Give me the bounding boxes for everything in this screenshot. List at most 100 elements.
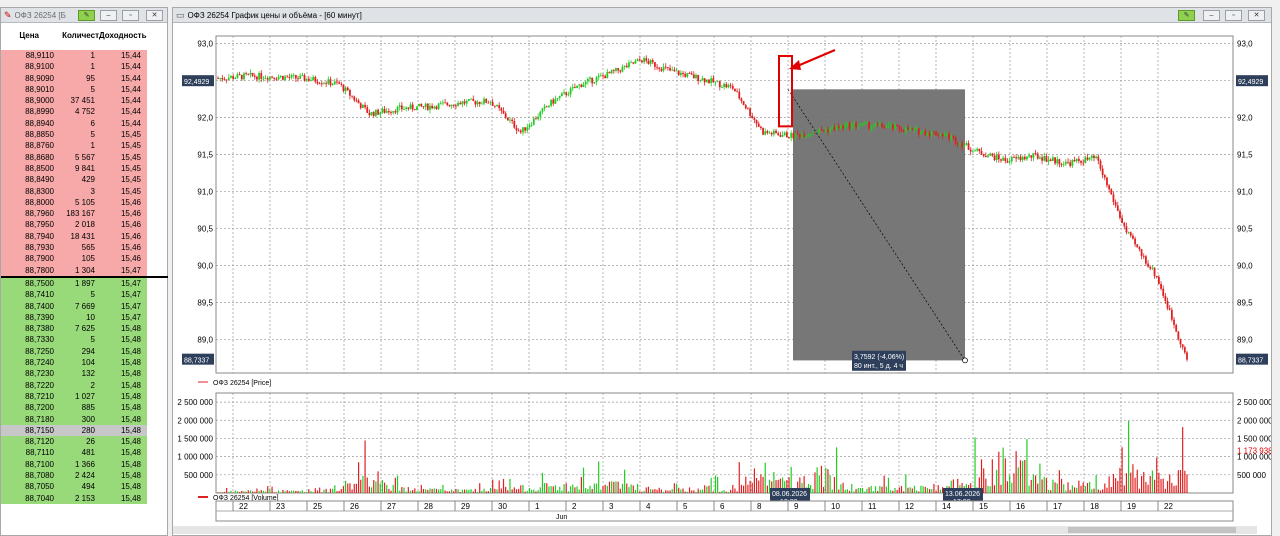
bid-row[interactable]: 88,7240 104 15,48 — [1, 357, 147, 369]
bid-row[interactable]: 88,7050 494 15,48 — [1, 481, 147, 493]
price-candle — [1004, 157, 1007, 161]
price-cell: 88,7220 — [25, 380, 54, 390]
date-label: 12 — [905, 502, 914, 511]
price-candle — [716, 81, 719, 82]
volume-panel — [215, 392, 1234, 494]
price-candle — [950, 136, 953, 140]
orderbook-header: Цена Количест Доходность — [1, 23, 167, 47]
bid-row[interactable]: 88,7040 2 153 15,48 — [1, 492, 147, 504]
price-candle — [1032, 153, 1035, 158]
col-yield[interactable]: Доходность — [99, 31, 147, 40]
bid-row[interactable]: 88,7180 300 15,48 — [1, 413, 147, 425]
price-volume-chart[interactable]: 93,093,092,592,592,092,091,591,591,091,0… — [173, 24, 1271, 536]
maximize-button[interactable]: ▫ — [122, 10, 139, 21]
price-candle — [987, 155, 989, 158]
chart-minimize-button[interactable]: – — [1203, 10, 1220, 21]
bid-row[interactable]: 88,7230 132 15,48 — [1, 368, 147, 380]
bid-row[interactable]: 88,7220 2 15,48 — [1, 379, 147, 391]
bid-row[interactable]: 88,7380 7 625 15,48 — [1, 323, 147, 335]
price-tick-label-left: 89,0 — [197, 336, 213, 345]
price-cell: 88,8760 — [25, 141, 54, 151]
ask-row[interactable]: 88,7960 183 167 15,46 — [1, 208, 147, 220]
ask-row[interactable]: 88,8500 9 841 15,45 — [1, 162, 147, 175]
bid-row[interactable]: 88,7410 5 15,47 — [1, 289, 147, 301]
bid-row[interactable]: 88,7120 26 15,48 — [1, 436, 147, 448]
ask-row[interactable]: 88,9000 37 451 15,44 — [1, 95, 147, 107]
yield-cell: 15,48 — [120, 493, 141, 503]
link-icon[interactable]: ✎ — [78, 10, 95, 21]
yield-cell: 15,48 — [120, 346, 141, 356]
chart-maximize-button[interactable]: ▫ — [1225, 10, 1242, 21]
price-candle — [1039, 157, 1041, 159]
price-candle — [967, 143, 970, 150]
price-candle — [1129, 232, 1132, 236]
scrollbar-thumb[interactable] — [1068, 527, 1236, 533]
ask-row[interactable]: 88,9110 1 15,44 — [1, 50, 147, 62]
price-candle — [277, 77, 280, 80]
price-candle — [331, 84, 334, 86]
bid-row[interactable]: 88,7400 7 669 15,47 — [1, 300, 147, 312]
bid-row[interactable]: 88,7210 1 027 15,48 — [1, 390, 147, 403]
ask-row[interactable]: 88,9100 1 15,44 — [1, 61, 147, 73]
price-candle — [790, 132, 793, 138]
price-candle — [679, 72, 682, 76]
price-candle — [872, 126, 875, 128]
price-candle — [504, 113, 507, 118]
ask-row[interactable]: 88,7930 565 15,46 — [1, 242, 147, 254]
yield-cell: 15,46 — [120, 209, 141, 219]
price-candle — [718, 81, 721, 88]
price-candle — [266, 78, 269, 80]
price-cell: 88,9090 — [25, 73, 54, 83]
quantity-cell: 294 — [81, 346, 95, 356]
bid-row[interactable]: 88,7110 481 15,48 — [1, 447, 147, 459]
ask-row[interactable]: 88,8940 6 15,44 — [1, 117, 147, 130]
price-candle — [1125, 226, 1128, 233]
chart-link-icon[interactable]: ✎ — [1178, 10, 1195, 21]
price-candle — [485, 98, 488, 103]
orderbook-titlebar[interactable]: ✎ ОФЗ 26254 [Б ✎ – ▫ ✕ — [1, 8, 167, 23]
price-candle — [387, 111, 390, 113]
col-quantity[interactable]: Количест — [39, 31, 99, 40]
price-candle — [513, 121, 516, 128]
price-candle — [811, 133, 814, 135]
bid-row[interactable]: 88,7100 1 366 15,48 — [1, 458, 147, 470]
price-candle — [1041, 157, 1043, 161]
date-label: 19 — [1127, 502, 1136, 511]
yield-cell: 15,46 — [120, 231, 141, 241]
price-candle — [465, 100, 468, 104]
price-cell: 88,7330 — [25, 335, 54, 345]
ask-row[interactable]: 88,8300 3 15,45 — [1, 185, 147, 197]
bid-row[interactable]: 88,7080 2 424 15,48 — [1, 469, 147, 482]
price-candle — [595, 77, 598, 83]
ask-row[interactable]: 88,7940 18 431 15,46 — [1, 230, 147, 243]
yield-cell: 15,46 — [120, 254, 141, 264]
price-candle — [381, 108, 384, 113]
ask-row[interactable]: 88,7800 1 304 15,47 — [1, 264, 147, 276]
bid-row[interactable]: 88,7250 294 15,48 — [1, 345, 147, 358]
price-candle — [907, 127, 909, 131]
price-candle — [1073, 160, 1076, 162]
price-candle — [364, 104, 366, 108]
ask-row[interactable]: 88,8760 1 15,45 — [1, 140, 147, 152]
ask-row[interactable]: 88,9090 95 15,44 — [1, 72, 147, 84]
close-button[interactable]: ✕ — [146, 10, 163, 21]
ask-row[interactable]: 88,8000 5 105 15,46 — [1, 196, 147, 209]
minimize-button[interactable]: – — [100, 10, 117, 21]
ask-row[interactable]: 88,8490 429 15,45 — [1, 174, 147, 186]
chart-titlebar[interactable]: ▭ ОФЗ 26254 График цены и объёма - [60 м… — [173, 8, 1271, 23]
bid-row[interactable]: 88,7200 885 15,48 — [1, 402, 147, 414]
chart-close-button[interactable]: ✕ — [1248, 10, 1265, 21]
ask-row[interactable]: 88,7950 2 018 15,46 — [1, 219, 147, 231]
bid-row[interactable]: 88,7390 10 15,47 — [1, 311, 147, 324]
ask-row[interactable]: 88,8990 4 752 15,44 — [1, 106, 147, 118]
col-price[interactable]: Цена — [3, 31, 39, 40]
bid-row[interactable]: 88,7150 280 15,48 — [1, 424, 147, 437]
bid-row[interactable]: 88,7330 5 15,48 — [1, 334, 147, 346]
ask-row[interactable]: 88,7900 105 15,46 — [1, 253, 147, 265]
price-candle — [455, 105, 457, 107]
bid-row[interactable]: 88,7500 1 897 15,47 — [1, 277, 147, 290]
ask-row[interactable]: 88,8850 5 15,45 — [1, 129, 147, 141]
ask-row[interactable]: 88,8680 5 567 15,45 — [1, 151, 147, 163]
ask-row[interactable]: 88,9010 5 15,44 — [1, 83, 147, 96]
price-cell: 88,7200 — [25, 403, 54, 413]
